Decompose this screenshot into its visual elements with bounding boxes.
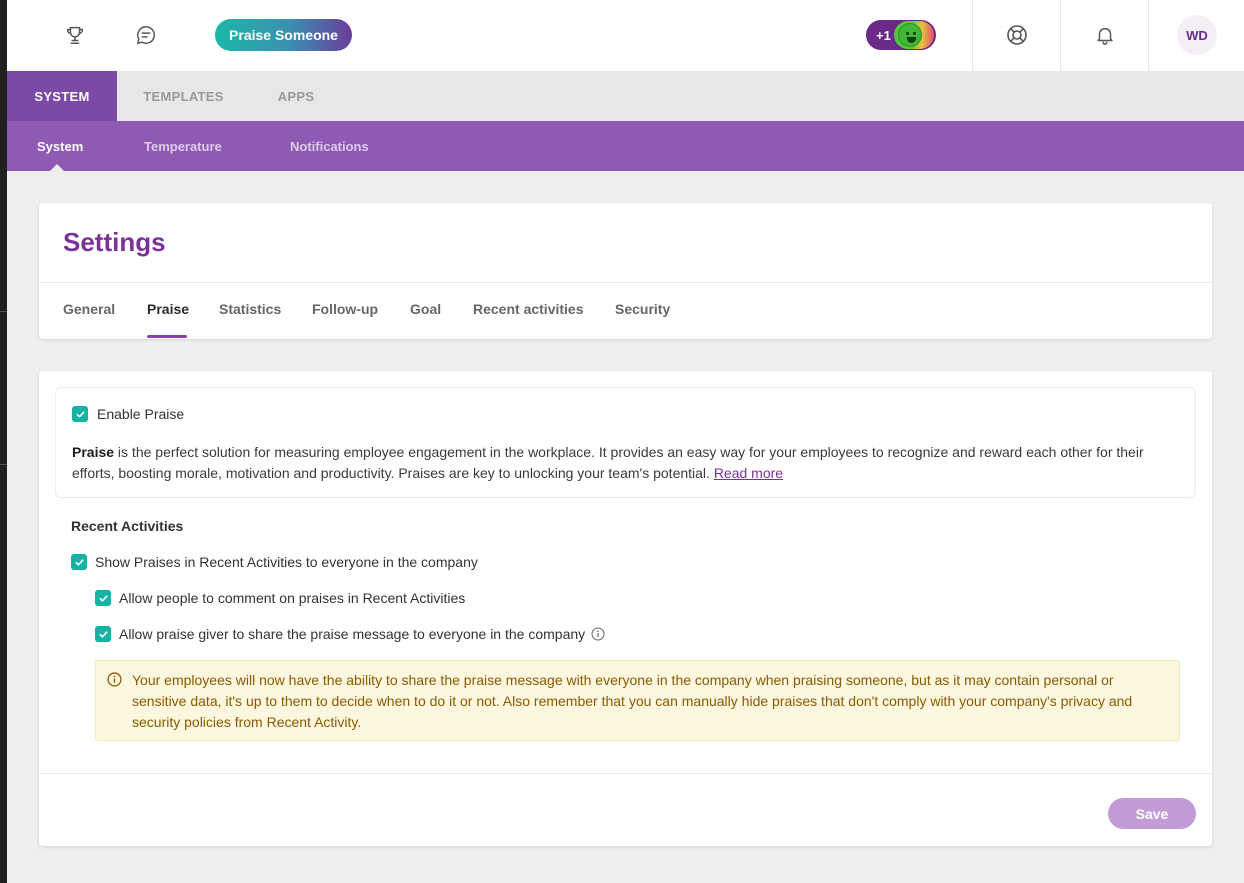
show-praises-label[interactable]: Show Praises in Recent Activities to eve… bbox=[95, 554, 478, 570]
left-edge-mark bbox=[0, 464, 7, 465]
secondary-tabs: System Temperature Notifications bbox=[7, 121, 1244, 171]
tab-statistics[interactable]: Statistics bbox=[219, 301, 281, 317]
subtab-temperature[interactable]: Temperature bbox=[144, 121, 222, 171]
tab-follow-up[interactable]: Follow-up bbox=[312, 301, 378, 317]
tab-system[interactable]: SYSTEM bbox=[7, 71, 117, 121]
chat-icon[interactable] bbox=[133, 22, 159, 48]
bell-icon[interactable] bbox=[1092, 22, 1118, 48]
save-button[interactable]: Save bbox=[1108, 798, 1196, 829]
tab-security[interactable]: Security bbox=[615, 301, 670, 317]
mood-count: +1 bbox=[876, 27, 891, 43]
divider bbox=[1148, 0, 1149, 71]
tab-goal[interactable]: Goal bbox=[410, 301, 441, 317]
top-bar: Praise Someone +1 WD bbox=[7, 0, 1244, 71]
info-icon[interactable] bbox=[591, 627, 605, 641]
mood-face-icon bbox=[894, 21, 934, 49]
left-edge-mark bbox=[0, 311, 7, 312]
divider bbox=[972, 0, 973, 71]
tab-general[interactable]: General bbox=[63, 301, 115, 317]
tab-templates[interactable]: TEMPLATES bbox=[117, 71, 250, 121]
left-edge bbox=[0, 0, 7, 883]
lifebuoy-icon[interactable] bbox=[1004, 22, 1030, 48]
praise-settings-card: Enable Praise Praise is the perfect solu… bbox=[39, 371, 1212, 846]
praise-description: Praise is the perfect solution for measu… bbox=[72, 442, 1172, 484]
divider bbox=[1060, 0, 1061, 71]
allow-share-label[interactable]: Allow praise giver to share the praise m… bbox=[119, 626, 585, 642]
trophy-icon[interactable] bbox=[62, 22, 88, 48]
page-title: Settings bbox=[63, 227, 166, 257]
enable-praise-label[interactable]: Enable Praise bbox=[97, 406, 184, 422]
allow-share-checkbox[interactable] bbox=[95, 626, 111, 642]
info-icon bbox=[107, 672, 122, 692]
praise-description-text: is the perfect solution for measuring em… bbox=[72, 444, 1144, 481]
divider bbox=[39, 282, 1212, 283]
allow-comment-label[interactable]: Allow people to comment on praises in Re… bbox=[119, 590, 465, 606]
tab-recent-activities[interactable]: Recent activities bbox=[473, 301, 584, 317]
avatar[interactable]: WD bbox=[1177, 15, 1217, 55]
divider bbox=[39, 773, 1212, 774]
enable-praise-panel: Enable Praise Praise is the perfect solu… bbox=[55, 387, 1196, 498]
active-tab-underline bbox=[147, 335, 187, 338]
show-praises-checkbox[interactable] bbox=[71, 554, 87, 570]
tab-praise[interactable]: Praise bbox=[147, 301, 189, 317]
share-warning-notice: Your employees will now have the ability… bbox=[95, 660, 1180, 741]
primary-tabs: SYSTEM TEMPLATES APPS bbox=[7, 71, 1244, 121]
active-tab-caret bbox=[50, 164, 64, 171]
allow-comment-checkbox[interactable] bbox=[95, 590, 111, 606]
section-heading: Recent Activities bbox=[71, 518, 184, 534]
subtab-notifications[interactable]: Notifications bbox=[290, 121, 369, 171]
tab-apps[interactable]: APPS bbox=[250, 71, 342, 121]
enable-praise-checkbox[interactable] bbox=[72, 406, 88, 422]
settings-header-card: Settings General Praise Statistics Follo… bbox=[39, 203, 1212, 339]
praise-description-bold: Praise bbox=[72, 444, 115, 460]
mood-badge[interactable]: +1 bbox=[866, 20, 936, 50]
read-more-link[interactable]: Read more bbox=[714, 465, 783, 481]
notice-text: Your employees will now have the ability… bbox=[132, 672, 1133, 730]
praise-someone-button[interactable]: Praise Someone bbox=[215, 19, 352, 51]
